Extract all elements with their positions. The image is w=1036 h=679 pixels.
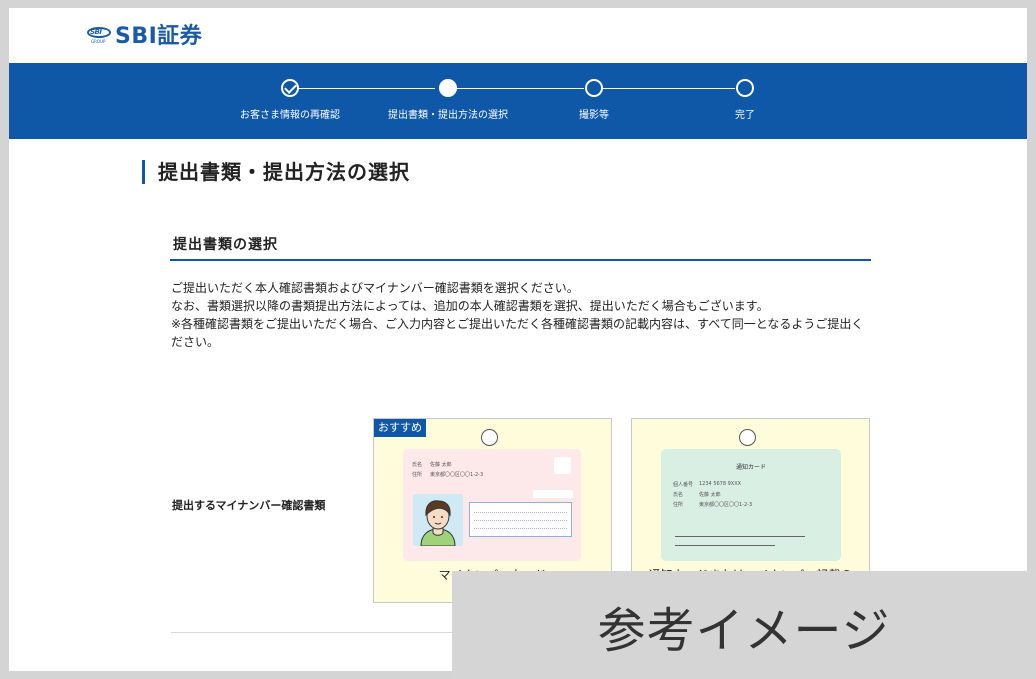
- section-description: ご提出いただく本人確認書類およびマイナンバー確認書類を選択ください。 なお、書類…: [171, 279, 871, 351]
- radio-mynumber-card[interactable]: [481, 429, 498, 446]
- title-accent-bar: [142, 160, 145, 184]
- progress-stepper: お客さま情報の再確認 提出書類・提出方法の選択 撮影等 完了: [9, 63, 1027, 139]
- step-label: お客さま情報の再確認: [240, 110, 340, 121]
- step-circle-icon: [736, 79, 754, 97]
- check-circle-icon: [281, 79, 299, 97]
- step-circle-icon: [585, 79, 603, 97]
- site-header: SBI GROUP SBI証券: [9, 8, 1027, 63]
- mynumber-card-illustration: 氏名 佐藤 太郎 住所 東京都〇〇区〇〇1-2-3: [403, 449, 581, 561]
- sbi-logo[interactable]: SBI GROUP SBI証券: [87, 21, 203, 49]
- step-document-select: 提出書類・提出方法の選択: [373, 79, 523, 121]
- current-step-icon: [439, 79, 457, 97]
- person-photo-icon: [413, 494, 463, 546]
- step-label: 完了: [735, 110, 755, 121]
- radio-notification-card[interactable]: [739, 429, 756, 446]
- section-title: 提出書類の選択: [173, 237, 278, 253]
- sbi-group-logo-icon: SBI GROUP: [87, 26, 111, 44]
- logo-text: SBI証券: [115, 24, 203, 49]
- card-number-field-illustration: [469, 502, 572, 537]
- notification-card-illustration: 通知カード 個人番号 1234 5678 9XXX 氏名 佐藤 太郎 住所 東京…: [661, 449, 841, 561]
- reference-image-overlay: 参考イメージ: [452, 571, 1036, 679]
- description-line: ご提出いただく本人確認書類およびマイナンバー確認書類を選択ください。: [171, 281, 579, 295]
- description-line: ※各種確認書類をご提出いただく場合、ご入力内容とご提出いただく各種確認書類の記載…: [171, 317, 864, 349]
- page-title: 提出書類・提出方法の選択: [158, 160, 410, 184]
- recommended-badge: おすすめ: [374, 419, 426, 437]
- step-label: 提出書類・提出方法の選択: [388, 110, 508, 121]
- description-line: なお、書類選択以降の書類提出方法によっては、追加の本人確認書類を選択、提出いただ…: [171, 299, 769, 313]
- step-customer-info: お客さま情報の再確認: [230, 79, 350, 121]
- step-label: 撮影等: [579, 110, 609, 121]
- step-photo: 撮影等: [564, 79, 624, 121]
- mynumber-document-label: 提出するマイナンバー確認書類: [172, 499, 326, 512]
- section-divider: [170, 259, 871, 261]
- step-complete: 完了: [715, 79, 775, 121]
- reference-image-label: 参考イメージ: [597, 603, 891, 659]
